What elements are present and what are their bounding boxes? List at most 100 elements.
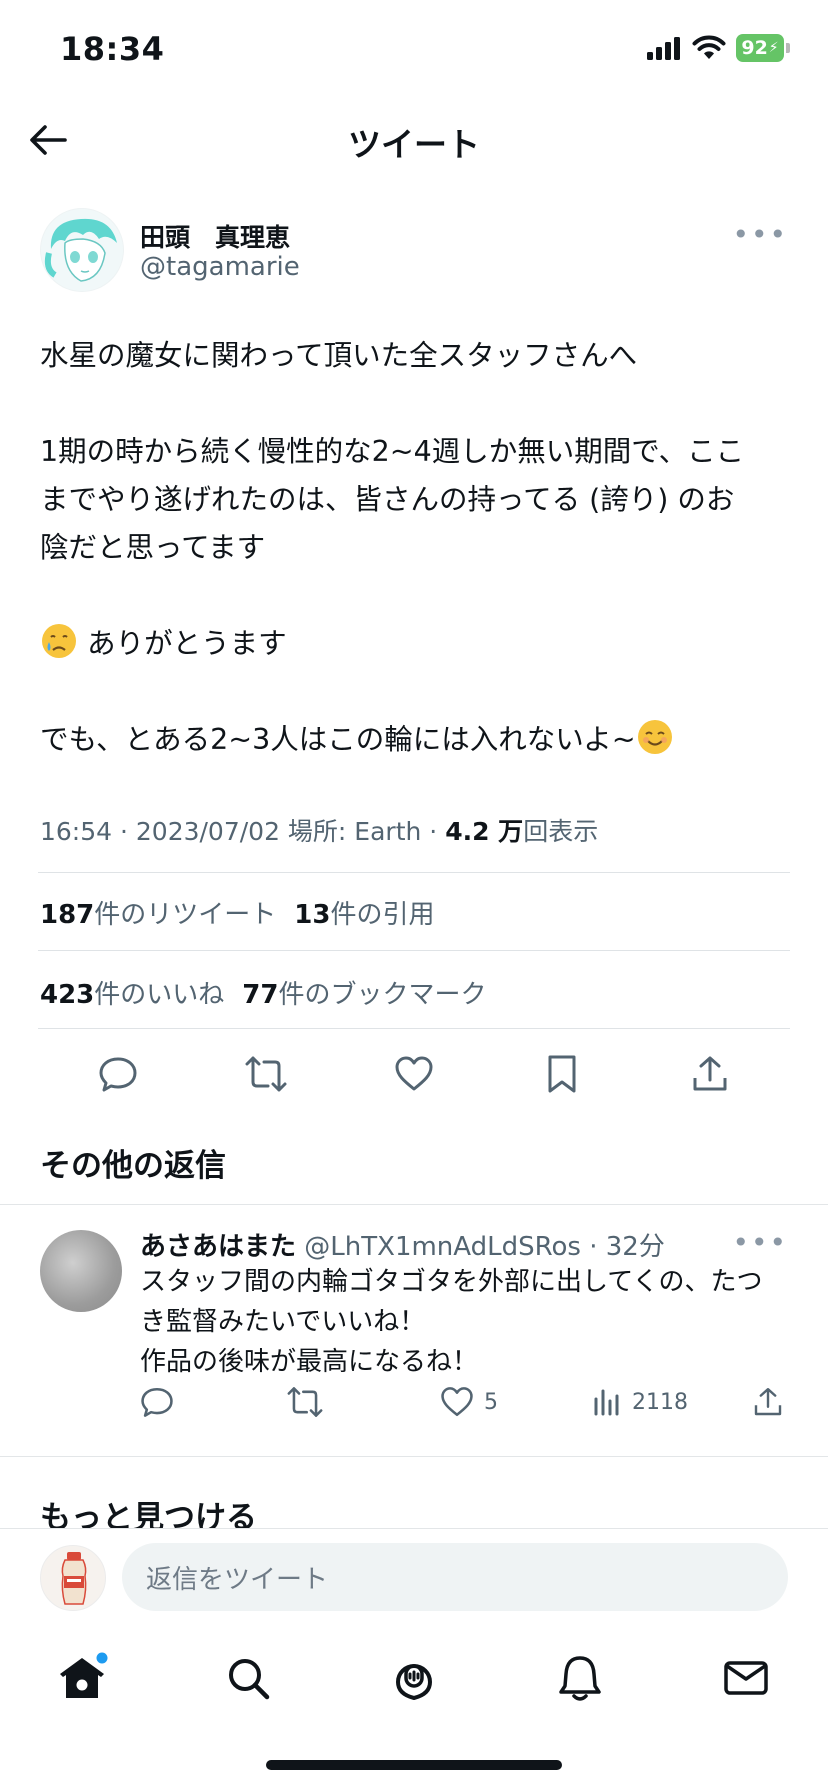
search-icon [229,1659,270,1700]
share-icon [693,1056,727,1091]
retweet-icon [287,1387,323,1417]
spaces-icon [396,1664,432,1701]
comment-icon [141,1387,173,1417]
reply-action-bar: 5 2118 [0,1380,828,1424]
like-bookmark-stats: 423件のいいね 77件のブックマーク [40,974,487,1011]
status-bar: 18:34 92 ⚡ [0,0,828,100]
reply-author-name[interactable]: あさあはまた [140,1232,296,1262]
tab-home[interactable] [52,1648,112,1708]
retweets-label: 件のリツイート [94,900,277,930]
bookmarks-count: 77 [242,980,279,1010]
reply-composer: 返信をツイート [0,1528,828,1630]
tweet-line: 陰だと思ってます [40,531,266,564]
divider [0,1204,828,1205]
tweet-line: 水星の魔女に関わって頂いた全スタッフさんへ [40,339,638,372]
divider [38,1028,790,1029]
tweet-line: でも、とある2~3人はこの輪には入れないよ~ [40,716,790,764]
reply-text: スタッフ間の内輪ゴタゴタを外部に出してくの、たつ き監督みたいでいいね！ 作品の… [140,1262,790,1382]
tweet-line-text: でも、とある2~3人はこの輪には入れないよ~ [40,723,636,756]
reply-views-button[interactable]: 2118 [592,1380,688,1424]
author-name[interactable]: 田頭 真理恵 [140,218,290,254]
bottom-tab-bar [0,1630,828,1730]
share-button[interactable] [686,1050,734,1098]
retweet-button[interactable] [242,1050,290,1098]
heart-icon [441,1387,473,1417]
reply-input-placeholder: 返信をツイート [146,1564,329,1595]
smiling-face-emoji-icon [636,718,674,756]
reply-reply-button[interactable] [140,1380,174,1424]
reply-line: き監督みたいでいいね！ [140,1307,426,1337]
author-avatar[interactable] [40,208,124,292]
page-title: ツイート [348,125,480,164]
tweet-header: ツイート [0,100,828,180]
home-icon [60,1652,108,1698]
reply-time: · 32分 [589,1232,665,1262]
reply-more-options-button[interactable]: ••• [732,1226,788,1259]
comment-icon [99,1057,137,1092]
tweet-line: ありがとうます [40,620,790,668]
tab-spaces[interactable] [384,1648,444,1708]
more-options-button[interactable]: ••• [732,218,788,251]
status-icons: 92 ⚡ [646,34,790,62]
heart-icon [395,1056,433,1091]
drink-bottle-avatar-icon [61,1552,87,1605]
reply-line: スタッフ間の内輪ゴタゴタを外部に出してくの、たつ [140,1267,763,1297]
bell-icon [559,1656,601,1701]
reply-header: あさあはまた @LhTX1mnAdLdSRos · 32分 [140,1226,665,1263]
cellular-signal-icon [647,37,680,60]
likes-stat[interactable]: 423件のいいね [40,980,224,1010]
likes-label: 件のいいね [94,980,225,1010]
retweet-icon [245,1056,287,1092]
author-handle[interactable]: @tagamarie [140,252,300,282]
quotes-stat[interactable]: 13件の引用 [294,900,434,930]
reply-avatar[interactable] [40,1230,122,1312]
views-label: 回表示 [523,817,599,846]
retweets-count: 187 [40,900,95,930]
tweet-line: 1期の時から続く慢性的な2~4週しか無い期間で、ここ [40,435,745,468]
battery-level: 92 [741,37,768,59]
divider [38,950,790,951]
tweet-timestamp: 16:54 · 2023/07/02 場所: Earth · [40,817,446,846]
divider [0,1456,828,1457]
status-time: 18:34 [60,30,165,68]
reply-share-button[interactable] [752,1380,784,1424]
battery-nub [786,43,790,53]
reply-like-button[interactable]: 5 [440,1380,498,1424]
bar-chart-icon [594,1389,619,1416]
author-avatar-illustration [44,218,117,282]
retweet-quote-stats: 187件のリツイート 13件の引用 [40,894,435,931]
charging-bolt-icon: ⚡ [768,40,779,56]
retweets-stat[interactable]: 187件のリツイート [40,900,276,930]
tweet-line: までやり遂げれたのは、皆さんの持ってる (誇り) のお [40,483,735,516]
sad-relieved-face-emoji-icon [40,622,78,660]
wifi-icon [692,35,726,59]
reply-author-handle[interactable]: @LhTX1mnAdLdSRos [304,1232,581,1262]
tab-messages[interactable] [716,1648,776,1708]
like-button[interactable] [390,1050,438,1098]
tab-search[interactable] [218,1648,278,1708]
other-replies-heading: その他の返信 [40,1148,226,1184]
reply-retweet-button[interactable] [286,1380,324,1424]
divider [38,872,790,873]
more-horizontal-icon: ••• [732,218,788,251]
views-count: 4.2 万 [445,817,524,846]
tab-notifications[interactable] [550,1648,610,1708]
share-icon [754,1388,782,1416]
reply-like-count: 5 [484,1389,498,1415]
tweet-line-text: ありがとうます [87,627,287,660]
quotes-count: 13 [294,900,331,930]
reply-button[interactable] [94,1050,142,1098]
quotes-label: 件の引用 [330,900,435,930]
bookmark-button[interactable] [538,1050,586,1098]
reply-line: 作品の後味が最高になるね！ [140,1347,479,1377]
tweet-action-bar [0,1046,828,1102]
more-horizontal-icon: ••• [732,1226,788,1259]
battery-indicator: 92 ⚡ [736,34,784,62]
mail-icon [724,1661,768,1695]
my-avatar[interactable] [40,1545,106,1611]
reply-input[interactable]: 返信をツイート [122,1543,788,1611]
tweet-meta: 16:54 · 2023/07/02 場所: Earth · 4.2 万回表示 [40,812,598,848]
bookmarks-stat[interactable]: 77件のブックマーク [242,980,486,1010]
home-indicator[interactable] [266,1760,562,1770]
reply-views-count: 2118 [632,1389,688,1415]
